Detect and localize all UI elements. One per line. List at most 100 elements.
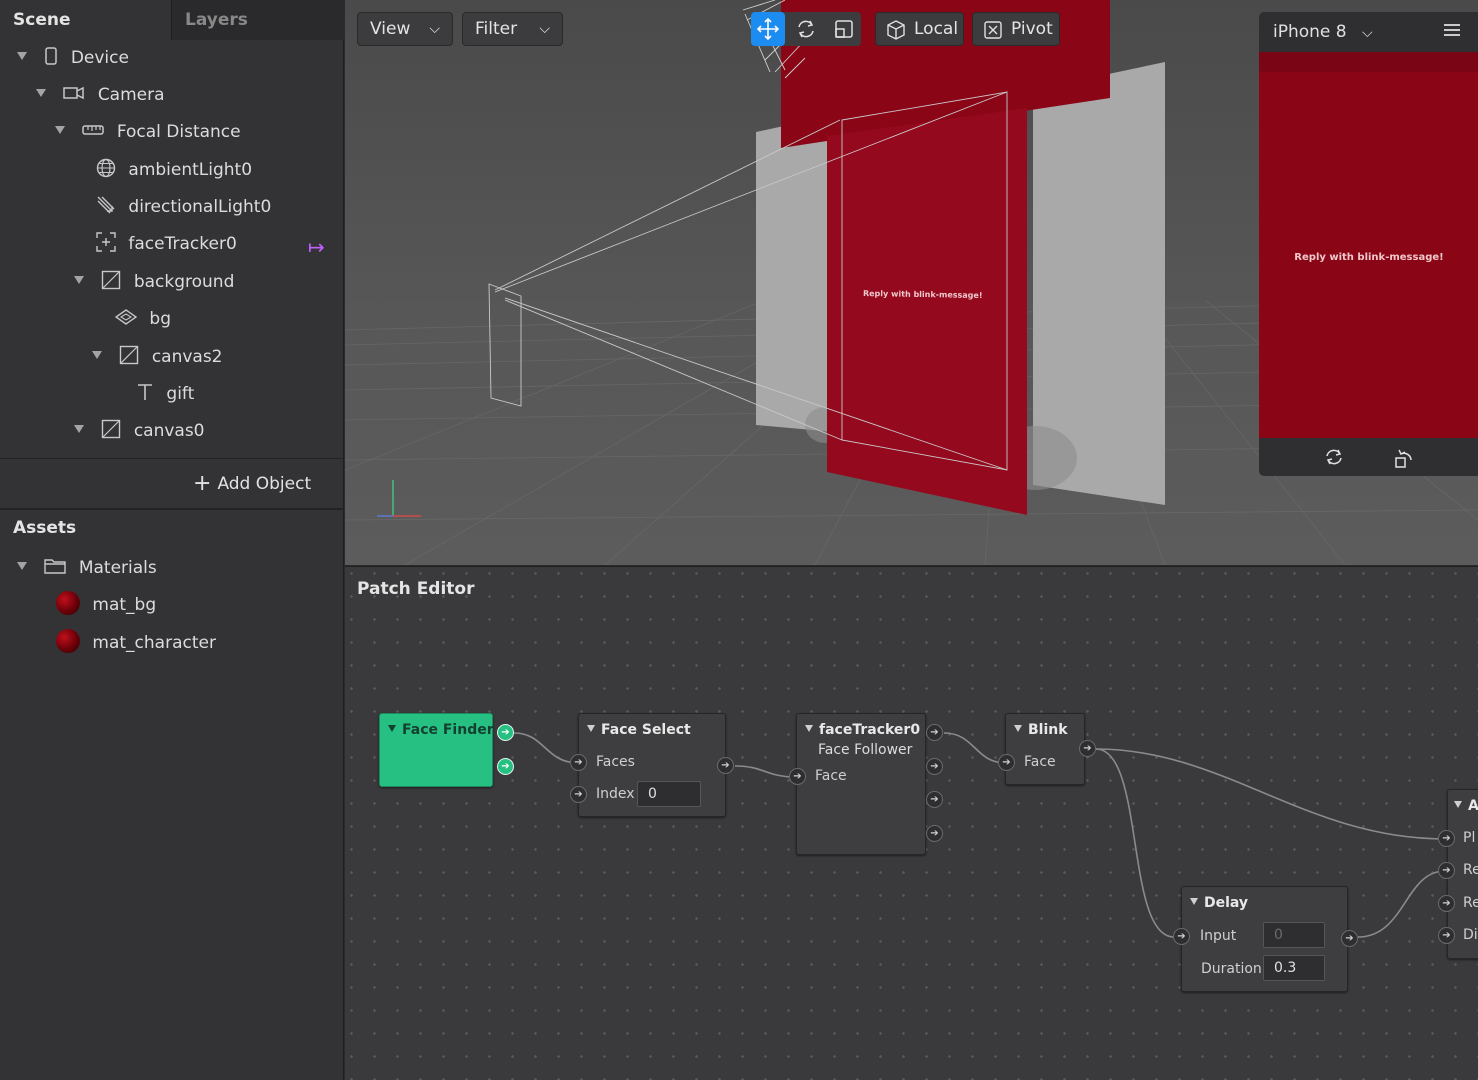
partial-node-input-port-1[interactable]: ➔ xyxy=(1438,830,1455,847)
add-object-label: Add Object xyxy=(217,474,312,494)
delay-duration-field[interactable]: 0.3 xyxy=(1263,955,1325,981)
local-label: Local xyxy=(914,19,959,39)
patch-node-blink[interactable]: Blink xyxy=(1005,713,1085,785)
material-sphere-icon xyxy=(56,591,80,615)
text-icon xyxy=(136,383,154,401)
expand-triangle-icon[interactable] xyxy=(17,52,27,60)
tree-item-background[interactable]: background xyxy=(74,264,234,300)
delay-input-port[interactable]: ➔ xyxy=(1173,928,1190,945)
tree-item-focal-distance[interactable]: Focal Distance xyxy=(55,114,241,150)
tree-item-ambientlight0[interactable]: ambientLight0 xyxy=(96,152,252,188)
filter-dropdown[interactable]: Filter ⌵ xyxy=(462,12,563,46)
port-label-input: Input xyxy=(1200,928,1237,944)
device-message: Reply with blink-message! xyxy=(1294,252,1444,263)
node-title: Face Select xyxy=(587,722,691,738)
face-tracker-icon xyxy=(96,232,116,252)
port-label-face: Face xyxy=(1024,754,1056,770)
pivot-icon xyxy=(983,19,1003,51)
expand-triangle-icon[interactable] xyxy=(74,425,84,433)
port-label: Re xyxy=(1463,862,1478,878)
panel-tabs: Scene Layers xyxy=(0,0,344,40)
tree-item-directionallight0[interactable]: directionalLight0 xyxy=(96,189,271,225)
tree-item-label: background xyxy=(133,272,235,292)
face-tracker-face-input-port[interactable]: ➔ xyxy=(789,768,806,785)
tree-item-facetracker0[interactable]: faceTracker0 xyxy=(96,226,237,262)
view-dropdown[interactable]: View ⌵ xyxy=(357,12,453,46)
partial-node-input-port-2[interactable]: ➔ xyxy=(1438,862,1455,879)
face-finder-output-port-2[interactable]: ➔ xyxy=(497,758,514,775)
expand-triangle-icon[interactable] xyxy=(92,351,102,359)
expand-triangle-icon[interactable] xyxy=(55,126,65,134)
node-title-text: Face Finder xyxy=(402,722,494,738)
asset-item-mat-character[interactable]: mat_character xyxy=(56,625,216,661)
hamburger-menu-icon[interactable] xyxy=(1443,22,1461,42)
tree-item-label: canvas2 xyxy=(151,347,223,367)
asset-item-label: mat_bg xyxy=(92,595,157,615)
device-screen[interactable]: Reply with blink-message! xyxy=(1259,52,1478,438)
chevron-down-icon: ⌵ xyxy=(429,21,440,37)
face-finder-output-port-1[interactable]: ➔ xyxy=(497,724,514,741)
rotate-device-icon[interactable] xyxy=(1393,445,1415,473)
face-select-index-field[interactable]: 0 xyxy=(637,781,701,807)
patch-node-face-tracker[interactable]: faceTracker0 Face Follower xyxy=(796,713,926,855)
filter-label: Filter xyxy=(475,19,518,39)
asset-item-mat-bg[interactable]: mat_bg xyxy=(56,587,156,623)
local-space-button[interactable]: Local xyxy=(875,12,964,46)
tree-item-gift[interactable]: gift xyxy=(136,376,194,412)
face-tracker-output-port-4[interactable]: ➔ xyxy=(926,825,943,842)
device-toolbar xyxy=(1259,438,1478,476)
scene-panel: Scene Layers Device Camera Focal Distanc… xyxy=(0,0,344,1080)
tree-item-label: Device xyxy=(70,48,129,68)
tree-item-device[interactable]: Device xyxy=(17,40,129,76)
scale-tool-button[interactable] xyxy=(827,12,861,46)
tree-item-label: gift xyxy=(166,384,195,404)
rectangle-plane-icon xyxy=(115,309,137,325)
tree-item-canvas2[interactable]: canvas2 xyxy=(92,339,223,375)
patch-node-face-finder[interactable]: Face Finder xyxy=(379,713,494,787)
expand-triangle-icon[interactable] xyxy=(17,562,27,570)
face-tracker-output-port-2[interactable]: ➔ xyxy=(926,758,943,775)
tree-item-camera[interactable]: Camera xyxy=(36,77,165,113)
device-icon xyxy=(44,47,58,65)
partial-node-input-port-3[interactable]: ➔ xyxy=(1438,895,1455,912)
face-select-index-input-port[interactable]: ➔ xyxy=(570,786,587,803)
rotate-icon xyxy=(798,20,814,38)
tree-item-label: faceTracker0 xyxy=(128,234,237,254)
scene-viewport[interactable]: Reply with blink-message! View ⌵ Filter … xyxy=(345,0,1478,565)
tree-item-bg[interactable]: bg xyxy=(115,301,171,337)
port-label-index: Index xyxy=(596,786,635,802)
expand-triangle-icon[interactable] xyxy=(74,276,84,284)
partial-node-input-port-4[interactable]: ➔ xyxy=(1438,927,1455,944)
rotate-tool-button[interactable] xyxy=(789,12,823,46)
tree-item-label: directionalLight0 xyxy=(128,197,272,217)
tracking-link-icon[interactable]: ↦ xyxy=(308,235,325,259)
node-title-text: Face Select xyxy=(601,722,691,738)
node-title: A xyxy=(1454,798,1478,814)
material-sphere-icon xyxy=(56,629,80,653)
node-title-text: faceTracker0 xyxy=(819,722,921,738)
move-icon xyxy=(757,18,779,40)
move-tool-button[interactable] xyxy=(751,12,785,46)
face-tracker-output-port-3[interactable]: ➔ xyxy=(926,791,943,808)
tab-scene[interactable]: Scene xyxy=(0,0,171,40)
add-object-button[interactable]: + Add Object xyxy=(193,470,312,496)
delay-output-port[interactable]: ➔ xyxy=(1341,930,1358,947)
restart-icon[interactable] xyxy=(1323,446,1345,472)
device-preview: iPhone 8 ⌵ Reply with blink-message! xyxy=(1259,12,1478,476)
tree-item-materials-folder[interactable]: Materials xyxy=(17,550,157,586)
pivot-button[interactable]: Pivot xyxy=(972,12,1060,46)
port-label-face: Face xyxy=(815,768,847,784)
node-title: Blink xyxy=(1014,722,1068,738)
divider xyxy=(0,458,344,459)
face-select-output-port[interactable]: ➔ xyxy=(717,757,734,774)
expand-triangle-icon[interactable] xyxy=(36,89,46,97)
delay-input-field[interactable]: 0 xyxy=(1263,922,1325,948)
tree-item-canvas0[interactable]: canvas0 xyxy=(74,413,205,449)
face-tracker-output-port-1[interactable]: ➔ xyxy=(926,724,943,741)
patch-editor[interactable]: Patch Editor Face Finder ➔ ➔ Face Select… xyxy=(345,566,1478,1080)
face-select-faces-input-port[interactable]: ➔ xyxy=(570,754,587,771)
blink-output-port[interactable]: ➔ xyxy=(1079,740,1096,757)
tab-layers[interactable]: Layers xyxy=(171,0,344,40)
blink-face-input-port[interactable]: ➔ xyxy=(998,754,1015,771)
tree-item-label: Materials xyxy=(78,558,157,578)
